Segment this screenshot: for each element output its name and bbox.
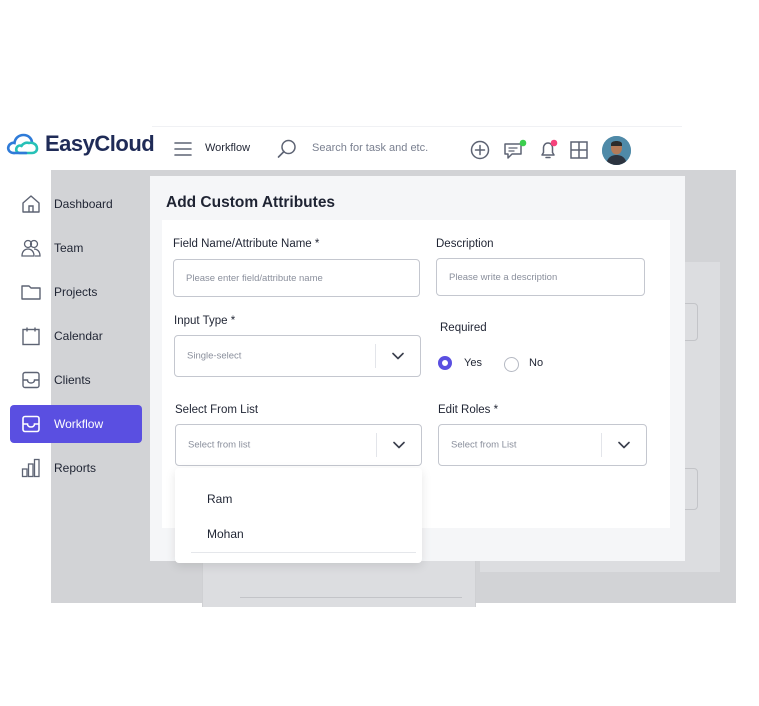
required-no-radio[interactable]: No	[504, 357, 543, 372]
search-input[interactable]	[312, 139, 462, 157]
calendar-icon	[20, 325, 42, 347]
folder-icon	[20, 281, 42, 303]
workflow-icon	[20, 413, 42, 435]
input-type-select[interactable]: Single-select	[174, 335, 421, 377]
chevron-down-icon	[618, 441, 630, 449]
sidebar-item-label: Workflow	[54, 417, 104, 431]
field-name-input[interactable]	[173, 259, 420, 297]
sidebar-item-label: Calendar	[54, 329, 103, 343]
select-divider	[376, 433, 377, 457]
radio-selected-icon	[438, 356, 452, 370]
sidebar-item-projects[interactable]: Projects	[10, 273, 142, 311]
bell-icon[interactable]	[538, 139, 560, 161]
cloud-logo-icon	[6, 131, 40, 157]
edit-roles-select[interactable]: Select from List	[438, 424, 647, 466]
sidebar-item-calendar[interactable]: Calendar	[10, 317, 142, 355]
app-name: EasyCloud	[45, 131, 155, 156]
select-from-list-placeholder: Select from list	[188, 439, 251, 451]
description-label: Description	[436, 238, 494, 250]
sidebar-item-clients[interactable]: Clients	[10, 361, 142, 399]
app-logo[interactable]: EasyCloud	[6, 131, 155, 157]
edit-roles-placeholder: Select from List	[451, 439, 517, 451]
sidebar-item-dashboard[interactable]: Dashboard	[10, 185, 142, 223]
input-type-label: Input Type *	[174, 315, 236, 327]
sidebar-item-reports[interactable]: Reports	[10, 449, 142, 487]
sidebar-item-label: Reports	[54, 461, 97, 475]
dropdown-option[interactable]: Mohan	[207, 527, 244, 541]
field-name-label: Field Name/Attribute Name *	[173, 238, 320, 250]
chevron-down-icon	[393, 441, 405, 449]
radio-unselected-icon	[504, 357, 519, 372]
add-circle-icon[interactable]	[470, 140, 490, 160]
grid-icon[interactable]	[570, 141, 588, 159]
required-label: Required	[440, 322, 487, 334]
select-from-list-label: Select From List	[175, 404, 259, 416]
required-yes-radio[interactable]: Yes	[438, 356, 482, 370]
radio-label: No	[529, 356, 544, 369]
input-type-value: Single-select	[187, 350, 242, 362]
select-from-list-dropdown: Ram Mohan	[175, 468, 422, 563]
chevron-down-icon	[392, 352, 404, 360]
sidebar-item-label: Projects	[54, 285, 98, 299]
menu-icon[interactable]	[174, 141, 192, 157]
inbox-icon	[20, 369, 42, 391]
sidebar-item-workflow[interactable]: Workflow	[10, 405, 142, 443]
search-icon[interactable]	[277, 139, 297, 159]
select-divider	[601, 433, 602, 457]
page-title: Add Custom Attributes	[166, 194, 336, 211]
sidebar-item-label: Dashboard	[54, 197, 113, 211]
sidebar-item-label: Team	[54, 241, 84, 255]
sidebar-item-label: Clients	[54, 373, 91, 387]
description-input[interactable]	[436, 258, 645, 296]
team-icon	[20, 237, 42, 259]
bar-chart-icon	[20, 457, 42, 479]
dropdown-option[interactable]: Ram	[207, 492, 232, 506]
sidebar-item-team[interactable]: Team	[10, 229, 142, 267]
background-divider	[240, 597, 462, 598]
select-from-list-select[interactable]: Select from list	[175, 424, 422, 466]
avatar[interactable]	[602, 136, 631, 165]
breadcrumb: Workflow	[205, 142, 251, 154]
radio-label: Yes	[464, 357, 482, 369]
chat-icon[interactable]	[503, 139, 527, 161]
edit-roles-label: Edit Roles *	[438, 404, 499, 416]
home-icon	[20, 193, 42, 215]
dropdown-divider	[191, 552, 416, 553]
select-divider	[375, 344, 376, 368]
